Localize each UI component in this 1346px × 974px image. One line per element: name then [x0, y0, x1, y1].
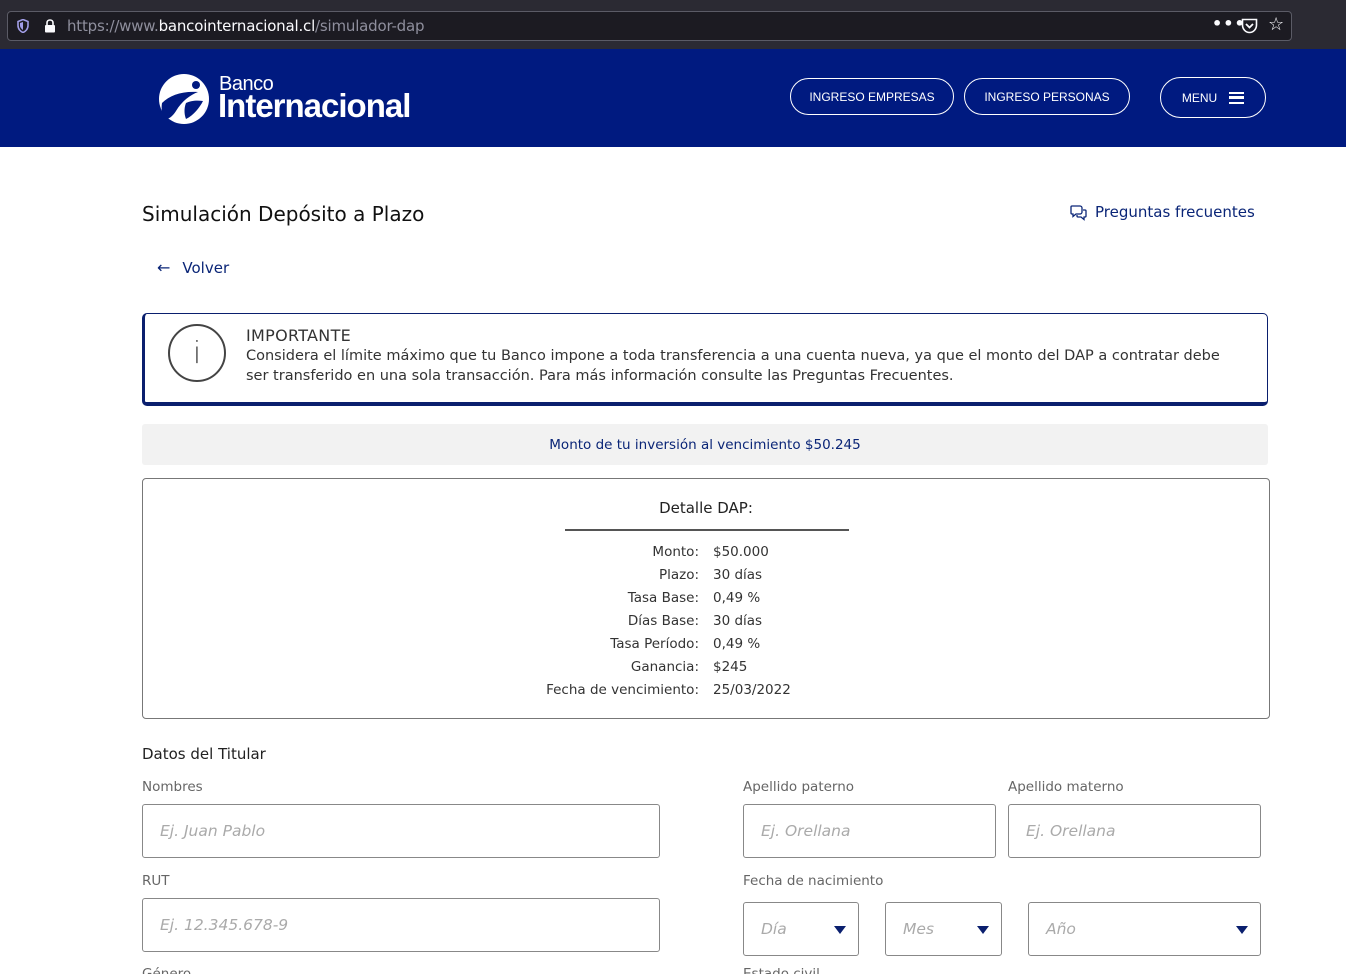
- estado-civil-label: Estado civil: [743, 966, 820, 974]
- url-prefix: https://www.: [67, 17, 159, 35]
- dia-select-text: Día: [761, 920, 787, 938]
- lock-icon[interactable]: [44, 19, 56, 33]
- back-link[interactable]: ← Volver: [157, 258, 229, 277]
- chevron-down-icon: [1236, 926, 1248, 934]
- detalle-row: Días Base: 30 días: [143, 613, 1269, 636]
- monto-vencimiento-banner: Monto de tu inversión al vencimiento $50…: [142, 424, 1268, 465]
- detalle-row: Fecha de vencimiento: 25/03/2022: [143, 682, 1269, 705]
- dia-select[interactable]: Día: [743, 902, 859, 956]
- mes-select-text: Mes: [903, 920, 934, 938]
- chevron-down-icon: [977, 926, 989, 934]
- detalle-value: 0,49 %: [713, 590, 761, 606]
- logo-text-big: Internacional: [218, 87, 411, 124]
- detalle-label: Tasa Período:: [610, 636, 699, 652]
- detalle-row: Plazo: 30 días: [143, 567, 1269, 590]
- detalle-row: Tasa Período: 0,49 %: [143, 636, 1269, 659]
- ingreso-personas-button[interactable]: INGRESO PERSONAS: [964, 78, 1130, 115]
- rut-input[interactable]: [142, 898, 660, 952]
- chevron-down-icon: [834, 926, 846, 934]
- arrow-left-icon: ←: [157, 258, 171, 277]
- shield-icon[interactable]: [17, 19, 29, 33]
- detalle-label: Tasa Base:: [627, 590, 699, 606]
- important-text: Considera el límite máximo que tu Banco …: [246, 348, 1220, 384]
- detalle-value: $50.000: [713, 544, 769, 560]
- menu-button[interactable]: MENU: [1160, 77, 1266, 118]
- pocket-icon[interactable]: [1241, 18, 1258, 34]
- detalle-value: 0,49 %: [713, 636, 761, 652]
- datos-titular-title: Datos del Titular: [142, 745, 266, 763]
- detalle-row: Monto: $50.000: [143, 544, 1269, 567]
- detalle-label: Plazo:: [658, 567, 699, 583]
- hamburger-icon: [1229, 91, 1245, 104]
- detalle-label: Ganancia:: [630, 659, 699, 675]
- bookmark-star-icon[interactable]: ☆: [1268, 15, 1284, 35]
- apellido-paterno-input[interactable]: [743, 804, 996, 858]
- important-notice: i IMPORTANTE Considera el límite máximo …: [142, 313, 1268, 406]
- detalle-label: Monto:: [652, 544, 699, 560]
- site-header: Banco Internacional INGRESO EMPRESAS ING…: [0, 49, 1346, 147]
- detalle-row: Ganancia: $245: [143, 659, 1269, 682]
- detalle-title: Detalle DAP:: [659, 499, 753, 517]
- faq-label: Preguntas frecuentes: [1095, 203, 1255, 221]
- detalle-value: 25/03/2022: [713, 682, 791, 698]
- anio-select[interactable]: Año: [1028, 902, 1261, 956]
- url-text[interactable]: https://www.bancointernacional.cl/simula…: [67, 17, 425, 35]
- mes-select[interactable]: Mes: [885, 902, 1002, 956]
- url-domain: bancointernacional.cl: [158, 17, 316, 35]
- important-title: IMPORTANTE: [246, 326, 352, 345]
- address-bar[interactable]: https://www.bancointernacional.cl/simula…: [7, 11, 1292, 41]
- page-title: Simulación Depósito a Plazo: [142, 202, 425, 226]
- browser-toolbar: https://www.bancointernacional.cl/simula…: [0, 0, 1346, 49]
- detalle-dap-box: Detalle DAP: Monto: $50.000 Plazo: 30 dí…: [142, 478, 1270, 719]
- nombres-label: Nombres: [142, 779, 203, 795]
- anio-select-text: Año: [1046, 920, 1076, 938]
- chat-bubbles-icon: [1070, 204, 1087, 221]
- bank-logo[interactable]: Banco Internacional: [156, 71, 416, 127]
- faq-link[interactable]: Preguntas frecuentes: [1070, 203, 1255, 221]
- detalle-value: 30 días: [713, 567, 763, 583]
- apellido-materno-input[interactable]: [1008, 804, 1261, 858]
- url-path: /simulador-dap: [315, 17, 425, 35]
- detalle-value: $245: [713, 659, 748, 675]
- detalle-row: Tasa Base: 0,49 %: [143, 590, 1269, 613]
- nombres-input[interactable]: [142, 804, 660, 858]
- detalle-label: Días Base:: [627, 613, 699, 629]
- detalle-label: Fecha de vencimiento:: [546, 682, 699, 698]
- apellido-materno-label: Apellido materno: [1008, 779, 1124, 795]
- ingreso-empresas-button[interactable]: INGRESO EMPRESAS: [790, 78, 954, 115]
- detalle-value: 30 días: [713, 613, 763, 629]
- back-label: Volver: [182, 258, 230, 277]
- info-icon: i: [168, 324, 226, 382]
- menu-label: MENU: [1181, 90, 1218, 105]
- genero-label: Género: [142, 966, 192, 974]
- logo-mark-icon: [159, 74, 209, 124]
- apellido-paterno-label: Apellido paterno: [743, 779, 855, 795]
- fecha-nacimiento-label: Fecha de nacimiento: [743, 873, 884, 889]
- detalle-divider: [565, 529, 849, 531]
- rut-label: RUT: [142, 873, 170, 889]
